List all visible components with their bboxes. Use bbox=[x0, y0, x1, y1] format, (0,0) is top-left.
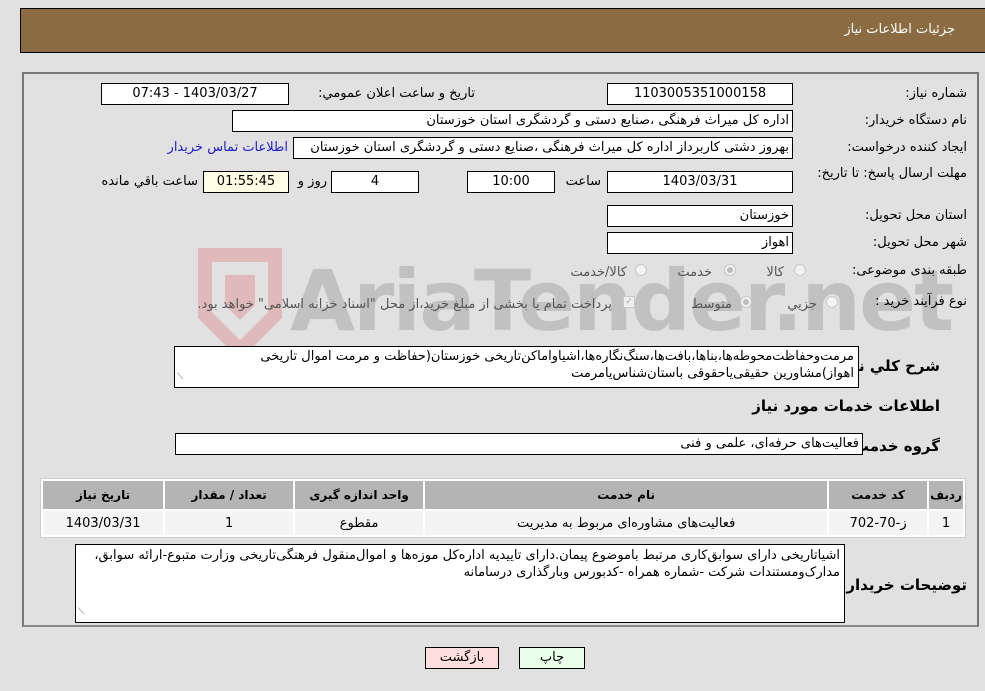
col-service-code: کد خدمت bbox=[829, 481, 928, 509]
page-header: جزئیات اطلاعات نیاز bbox=[20, 8, 985, 53]
buyer-notes-text: اشیاتاریخی دارای سوابق‌کاری مرتبط باموضو… bbox=[94, 548, 840, 580]
print-button[interactable]: چاپ bbox=[519, 647, 585, 669]
services-table-header: ردیف کد خدمت نام خدمت واحد اندازه گیری ت… bbox=[43, 481, 963, 509]
purchase-medium-label: متوسط bbox=[691, 297, 732, 312]
category-goods-label: کالا bbox=[766, 265, 784, 280]
cell-need-date: 1403/03/31 bbox=[43, 511, 164, 535]
remaining-time-label: ساعت باقي مانده bbox=[101, 174, 198, 189]
table-row: 1 ز-70-702 فعالیت‌های مشاوره‌ای مربوط به… bbox=[43, 511, 963, 535]
requester-label: ایجاد کننده درخواست: bbox=[847, 140, 967, 155]
requester-field[interactable]: بهروز دشتی کاربرداز اداره کل میراث فرهنگ… bbox=[293, 137, 793, 159]
city-field[interactable]: اهواز bbox=[607, 232, 793, 254]
service-group-field[interactable]: فعالیت‌های حرفه‌ای، علمی و فنی bbox=[175, 433, 863, 455]
days-label: روز و bbox=[297, 174, 327, 189]
category-service-label: خدمت bbox=[677, 265, 712, 280]
cell-row-number: 1 bbox=[929, 511, 963, 535]
back-button[interactable]: بازگشت bbox=[425, 647, 499, 669]
deadline-time-field[interactable]: 10:00 bbox=[467, 171, 555, 193]
need-number-label: شماره نیاز: bbox=[905, 86, 967, 101]
category-goods-service-label: کالا/خدمت bbox=[570, 265, 627, 280]
announce-datetime-field[interactable]: 1403/03/27 - 07:43 bbox=[101, 83, 289, 105]
resize-handle-icon[interactable]: ⟋ bbox=[177, 369, 183, 386]
remaining-time-field: 01:55:45 bbox=[203, 171, 289, 193]
col-need-date: تاریخ نیاز bbox=[43, 481, 164, 509]
announce-datetime-label: تاریخ و ساعت اعلان عمومي: bbox=[318, 86, 475, 101]
page-title: جزئیات اطلاعات نیاز bbox=[844, 22, 955, 37]
treasury-checkbox[interactable]: ✓ bbox=[623, 296, 635, 308]
col-service-name: نام خدمت bbox=[425, 481, 828, 509]
need-number-field[interactable]: 1103005351000158 bbox=[607, 83, 793, 105]
remaining-days-field[interactable]: 4 bbox=[331, 171, 419, 193]
treasury-note: پرداخت تمام یا بخشی از مبلغ خرید،از محل … bbox=[197, 297, 612, 312]
cell-service-code: ز-70-702 bbox=[829, 511, 928, 535]
deadline-date-field[interactable]: 1403/03/31 bbox=[607, 171, 793, 193]
province-field[interactable]: خوزستان bbox=[607, 205, 793, 227]
buyer-notes-label: توضیحات خریدار: bbox=[840, 576, 967, 594]
services-table: ردیف کد خدمت نام خدمت واحد اندازه گیری ت… bbox=[40, 478, 966, 538]
resize-handle-icon[interactable]: ⟋ bbox=[78, 604, 84, 621]
deadline-time-label: ساعت bbox=[565, 174, 601, 189]
description-text: مرمت‌وحفاظت‌محوطه‌ها،بناها،بافت‌ها،سنگ‌ن… bbox=[260, 349, 854, 381]
cell-quantity: 1 bbox=[165, 511, 294, 535]
purchase-minor-label: جزيي bbox=[787, 297, 817, 312]
category-goods-service-radio[interactable] bbox=[635, 264, 647, 276]
province-label: استان محل تحویل: bbox=[865, 208, 967, 223]
purchase-type-label: نوع فرآیند خرید : bbox=[875, 294, 967, 309]
purchase-medium-radio[interactable] bbox=[740, 296, 752, 308]
cell-unit: مقطوع bbox=[295, 511, 424, 535]
buyer-org-field[interactable]: اداره کل میراث فرهنگی ،صنایع دستی و گردش… bbox=[232, 110, 793, 132]
description-textarea[interactable]: مرمت‌وحفاظت‌محوطه‌ها،بناها،بافت‌ها،سنگ‌ن… bbox=[174, 346, 859, 388]
col-unit: واحد اندازه گیری bbox=[295, 481, 424, 509]
deadline-label: مهلت ارسال پاسخ: تا تاریخ: bbox=[817, 166, 967, 181]
category-label: طبقه بندی موضوعی: bbox=[851, 263, 967, 278]
purchase-minor-radio[interactable] bbox=[826, 296, 838, 308]
category-goods-radio[interactable] bbox=[794, 264, 806, 276]
services-section-title: اطلاعات خدمات مورد نیاز bbox=[752, 397, 940, 415]
city-label: شهر محل تحویل: bbox=[872, 235, 967, 250]
buyer-contact-link[interactable]: اطلاعات تماس خریدار bbox=[168, 140, 288, 155]
buyer-org-label: نام دستگاه خریدار: bbox=[864, 113, 967, 128]
cell-service-name: فعالیت‌های مشاوره‌ای مربوط به مدیریت bbox=[425, 511, 828, 535]
category-service-radio[interactable] bbox=[724, 264, 736, 276]
col-row-number: ردیف bbox=[929, 481, 963, 509]
buyer-notes-textarea[interactable]: اشیاتاریخی دارای سوابق‌کاری مرتبط باموضو… bbox=[75, 544, 845, 623]
col-quantity: تعداد / مقدار bbox=[165, 481, 294, 509]
